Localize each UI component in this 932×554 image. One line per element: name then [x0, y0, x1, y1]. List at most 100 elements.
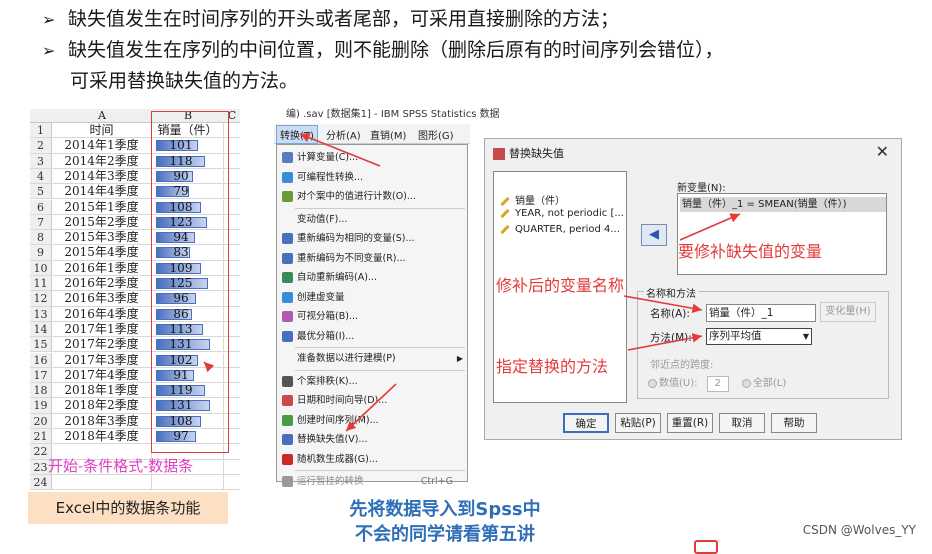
change-button[interactable]: 变化量(H) [820, 302, 876, 322]
menu-item[interactable]: 最优分箱(I)... [277, 327, 467, 346]
menu-item[interactable]: 个案排秩(K)... [277, 372, 467, 391]
span-number-input[interactable]: 2 [706, 376, 729, 392]
menu-item[interactable]: 随机数生成器(G)... [277, 450, 467, 469]
menu-item[interactable]: 准备数据以进行建模(P) ▶ [277, 349, 467, 368]
row-number[interactable]: 14 [30, 321, 52, 337]
cell-time[interactable] [52, 474, 152, 490]
paste-button[interactable]: 粘贴(P) [615, 413, 661, 433]
plus-icon [282, 171, 293, 183]
cell-time[interactable]: 2017年4季度 [52, 367, 152, 383]
row-number[interactable]: 19 [30, 398, 52, 413]
menu-item-label: 计算变量(C)... [297, 152, 359, 163]
menu-direct-marketing[interactable]: 直销(M) [370, 127, 406, 142]
cell-time[interactable]: 2018年1季度 [52, 383, 152, 398]
cell-time[interactable]: 2018年3季度 [52, 413, 152, 428]
row-number[interactable]: 12 [30, 291, 52, 306]
cell-time[interactable]: 时间 [52, 123, 152, 138]
cell-time[interactable]: 2015年3季度 [52, 230, 152, 245]
cell-time[interactable]: 2017年1季度 [52, 321, 152, 337]
menu-item[interactable]: 重新编码为不同变量(R)... [277, 249, 467, 268]
cancel-button[interactable]: 取消 [719, 413, 765, 433]
close-icon[interactable]: ✕ [876, 142, 889, 161]
row-number[interactable]: 9 [30, 245, 52, 260]
menu-item[interactable]: 自动重新编码(A)... [277, 268, 467, 287]
name-input[interactable]: 销量（件）_1 [706, 304, 816, 322]
cell-time[interactable]: 2014年4季度 [52, 184, 152, 199]
dice-icon [282, 453, 293, 465]
menu-transform[interactable]: 转换(T) [276, 125, 318, 144]
binning-icon [282, 311, 293, 322]
menu-item[interactable]: 替换缺失值(V)... [277, 430, 467, 449]
move-variable-button[interactable]: ◀ [641, 224, 667, 246]
column-header-a[interactable]: A [52, 109, 152, 123]
cell-time[interactable]: 2015年1季度 [52, 199, 152, 214]
cell-time[interactable]: 2016年2季度 [52, 276, 152, 291]
cell-sales[interactable] [152, 474, 224, 490]
cell-c[interactable] [224, 475, 240, 489]
menu-item-label: 个案排秩(K)... [297, 375, 358, 387]
row-number[interactable]: 4 [30, 168, 52, 184]
cell-time[interactable]: 2016年1季度 [52, 260, 152, 275]
cell-time[interactable]: 2014年2季度 [52, 153, 152, 168]
menu-item[interactable]: 可视分箱(B)... [277, 307, 467, 326]
variable-item[interactable]: YEAR, not periodic [... [500, 208, 624, 219]
menu-item[interactable]: 变动值(F)... [277, 210, 467, 229]
variable-item[interactable]: QUARTER, period 4... [500, 224, 620, 235]
cell-time[interactable]: 2017年3季度 [52, 352, 152, 367]
cell-time[interactable]: 2016年3季度 [52, 291, 152, 306]
row-number[interactable]: 2 [30, 138, 52, 153]
menu-item[interactable]: 对个案中的值进行计数(O)... [277, 187, 467, 206]
row-number[interactable]: 15 [30, 337, 52, 352]
row-number[interactable]: 18 [30, 383, 52, 398]
row-number[interactable]: 17 [30, 367, 52, 383]
cell-time[interactable]: 2014年3季度 [52, 168, 152, 184]
row-number[interactable]: 6 [30, 199, 52, 214]
cell-time[interactable]: 2015年4季度 [52, 245, 152, 260]
menu-item-label: 最优分箱(I)... [297, 330, 355, 342]
row-number[interactable]: 13 [30, 306, 52, 321]
cell-time[interactable]: 2016年4季度 [52, 306, 152, 321]
cell-time[interactable]: 2017年2季度 [52, 337, 152, 352]
help-button[interactable]: 帮助 [771, 413, 817, 433]
menu-item[interactable]: 运行暂挂的转换 Ctrl+G [277, 472, 467, 491]
menu-separator [295, 369, 465, 371]
menu-item-label: 创建时间序列(M)... [297, 414, 379, 426]
row-number[interactable]: 1 [30, 123, 52, 138]
menu-item-label: 对个案中的值进行计数(O)... [297, 191, 416, 202]
new-variable-item[interactable]: 销量（件）_1 = SMEAN(销量（件）) [680, 197, 886, 212]
row-number[interactable]: 10 [30, 260, 52, 275]
new-variable-list[interactable]: 销量（件）_1 = SMEAN(销量（件）) [677, 193, 887, 275]
row-number[interactable]: 3 [30, 153, 52, 168]
row-number[interactable]: 8 [30, 230, 52, 245]
span-number-radio[interactable] [648, 378, 657, 388]
span-label: 邻近点的跨度: [650, 360, 714, 371]
method-select[interactable]: 序列平均值 ▼ [706, 328, 812, 345]
cell-time[interactable]: 2018年4季度 [52, 429, 152, 444]
row-number[interactable]: 16 [30, 352, 52, 367]
row-number[interactable]: 20 [30, 413, 52, 428]
cell-time[interactable]: 2018年2季度 [52, 398, 152, 413]
menu-item[interactable]: 可编程性转换... [277, 168, 467, 187]
span-row: 数值(U): 2 全部(L) [648, 374, 786, 392]
menu-graphs[interactable]: 图形(G) [418, 127, 454, 142]
cell-c[interactable] [224, 460, 240, 474]
reset-button[interactable]: 重置(R) [667, 413, 713, 433]
menu-item[interactable]: 计算变量(C)... [277, 148, 467, 167]
span-all-radio[interactable] [741, 378, 751, 388]
spss-window: 编) .sav [数据集1] - IBM SPSS Statistics 数据 … [274, 100, 500, 487]
menu-item[interactable]: 日期和时间向导(D)... [277, 391, 467, 410]
row-number[interactable]: 5 [30, 184, 52, 199]
menu-item[interactable]: 创建时间序列(M)... [277, 411, 467, 430]
ok-button[interactable]: 确定 [563, 413, 609, 433]
menu-item[interactable]: 创建虚变量 [277, 288, 467, 307]
row-number[interactable]: 24 [30, 474, 52, 490]
cell-time[interactable]: 2014年1季度 [52, 138, 152, 153]
menu-item-label: 重新编码为不同变量(R)... [297, 252, 406, 264]
row-number[interactable]: 21 [30, 429, 52, 444]
variable-item[interactable]: 销量（件） [500, 192, 565, 207]
row-number[interactable]: 7 [30, 214, 52, 230]
menu-analyze[interactable]: 分析(A) [326, 127, 361, 142]
row-number[interactable]: 11 [30, 276, 52, 291]
cell-time[interactable]: 2015年2季度 [52, 214, 152, 230]
menu-item[interactable]: 重新编码为相同的变量(S)... [277, 229, 467, 248]
